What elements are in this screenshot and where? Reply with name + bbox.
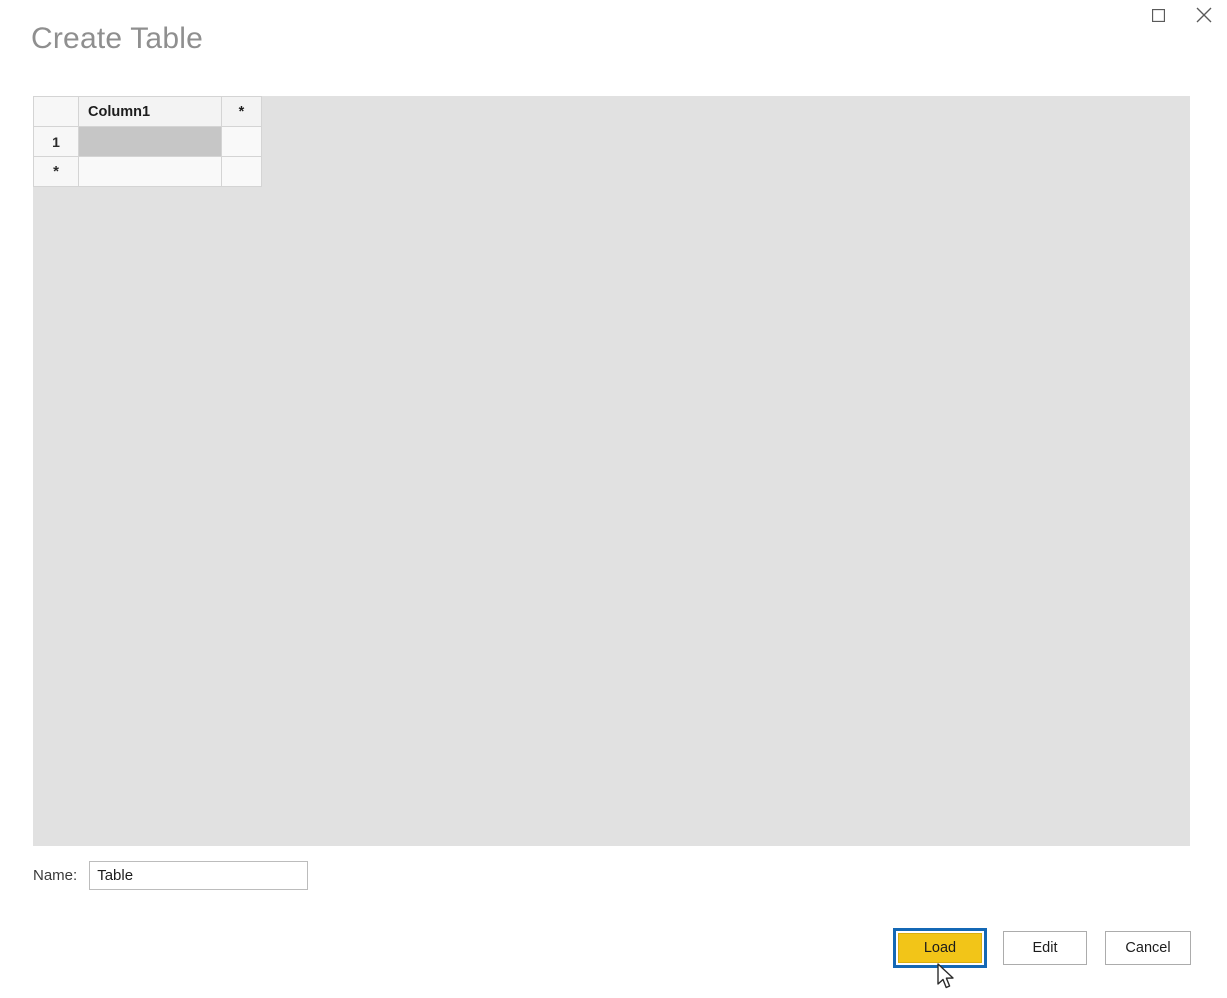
grid-cell-row1-star[interactable] [221, 126, 262, 157]
page-title: Create Table [31, 22, 203, 55]
load-button-focus-ring: Load [893, 928, 987, 968]
maximize-button[interactable] [1135, 0, 1181, 30]
name-field-row: Name: [33, 861, 309, 890]
row-header-1[interactable]: 1 [33, 126, 79, 157]
grid-cell-new-star[interactable] [221, 156, 262, 187]
new-row-star-icon: * [53, 162, 59, 180]
grid-column-header-column1[interactable]: Column1 [78, 96, 222, 127]
table-row[interactable]: * [33, 156, 262, 187]
table-row[interactable]: 1 [33, 126, 262, 157]
cancel-button[interactable]: Cancel [1105, 931, 1191, 965]
grid-add-column-header[interactable]: * [221, 96, 262, 127]
row-header-new[interactable]: * [33, 156, 79, 187]
grid-corner-cell[interactable] [33, 96, 79, 127]
grid-cell-new-column1[interactable] [78, 156, 222, 187]
data-grid[interactable]: Column1 * 1 * [33, 96, 262, 187]
name-input[interactable] [89, 861, 309, 890]
edit-button[interactable]: Edit [1003, 931, 1087, 965]
table-editor-panel: Column1 * 1 * [33, 96, 1190, 846]
maximize-icon [1151, 8, 1165, 22]
close-button[interactable] [1181, 0, 1227, 30]
window-controls [1135, 0, 1227, 30]
close-icon [1196, 7, 1212, 23]
footer-button-bar: Load Edit Cancel [0, 928, 1227, 973]
grid-header-row: Column1 * [33, 96, 262, 127]
load-button[interactable]: Load [898, 933, 982, 963]
name-label: Name: [33, 867, 78, 884]
grid-cell-row1-column1[interactable] [78, 126, 222, 157]
